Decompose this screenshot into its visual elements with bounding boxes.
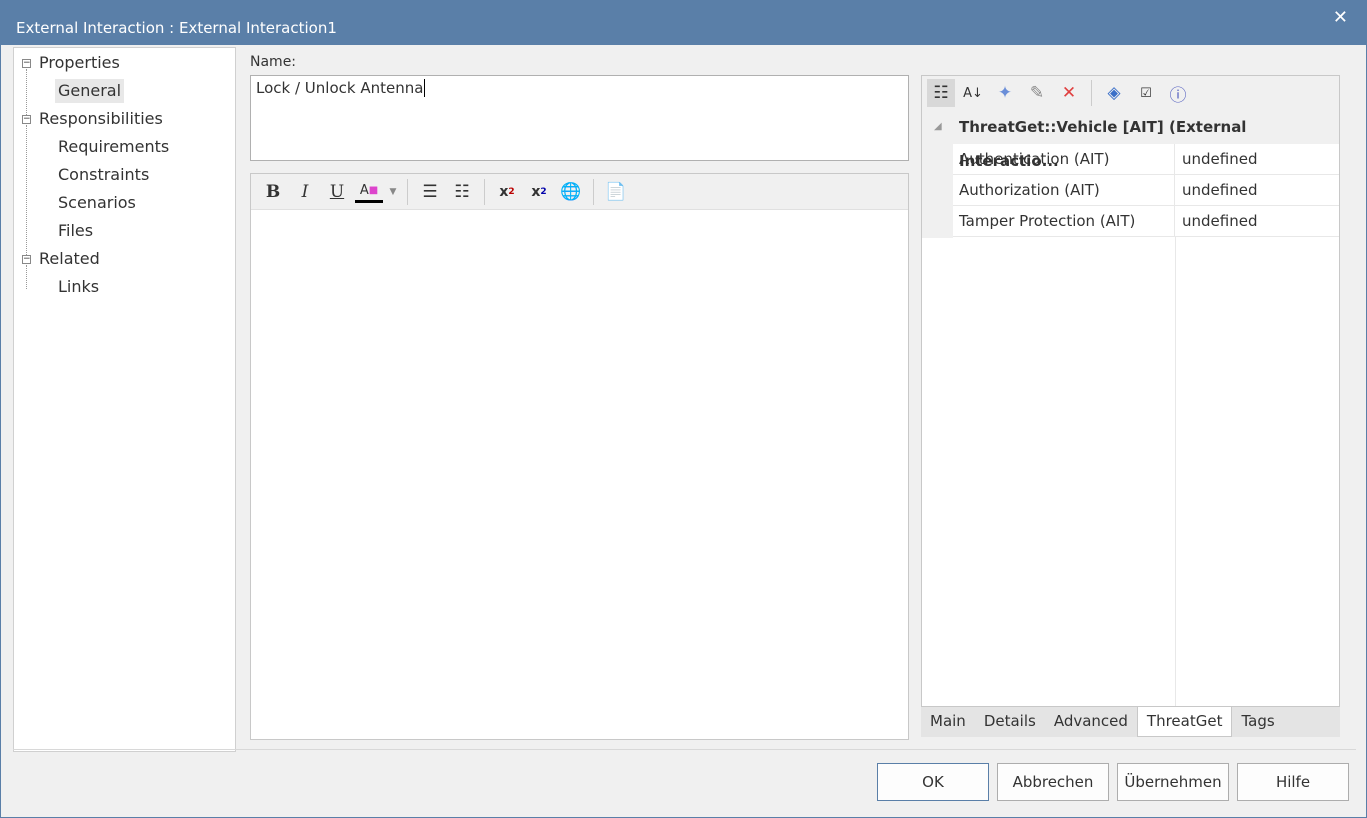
bullet-list-icon[interactable]: ☰ (416, 178, 444, 206)
collapse-icon[interactable]: − (22, 115, 31, 124)
title-bar: External Interaction : External Interact… (1, 1, 1367, 45)
edit-icon[interactable]: ✎ (1023, 79, 1051, 107)
subscript-icon[interactable]: x2 (525, 178, 553, 206)
navigation-tree: − Properties General − Responsibilities … (13, 47, 236, 752)
italic-icon[interactable]: I (291, 178, 319, 206)
tab-threatget[interactable]: ThreatGet (1136, 707, 1233, 737)
tab-tags[interactable]: Tags (1232, 707, 1283, 737)
tags-icon[interactable]: ◈ (1100, 79, 1128, 107)
tree-item-related[interactable]: Related (39, 247, 100, 271)
property-name: Authorization (AIT) (953, 175, 1175, 205)
tab-main[interactable]: Main (921, 707, 975, 737)
underline-icon[interactable]: U (323, 178, 351, 206)
property-name: Tamper Protection (AIT) (953, 206, 1175, 236)
name-label: Name: (250, 54, 297, 70)
checklist-icon[interactable]: ☑ (1132, 79, 1160, 107)
name-input[interactable]: Lock / Unlock Antenna (250, 75, 909, 161)
property-value[interactable]: undefined (1175, 175, 1257, 205)
divider (13, 749, 1356, 750)
property-value[interactable]: undefined (1175, 144, 1257, 174)
property-tabs: Main Details Advanced ThreatGet Tags (921, 707, 1340, 737)
bold-icon[interactable]: B (259, 178, 287, 206)
hyperlink-icon[interactable]: 🌐 (557, 178, 585, 206)
categorized-icon[interactable]: ☷ (927, 79, 955, 107)
editor-toolbar: B I U A ■ ▼ ☰ ☷ x2 x2 🌐 📄 (251, 174, 908, 210)
property-value[interactable]: undefined (1175, 206, 1257, 236)
tab-advanced[interactable]: Advanced (1045, 707, 1137, 737)
tree-item-general[interactable]: General (55, 79, 125, 103)
property-grid: ☷ A↓ ✦ ✎ ✕ ◈ ☑ ⓘ ◢ ThreatGet::Vehicle [AI… (921, 75, 1340, 707)
apply-button[interactable]: Übernehmen (1117, 763, 1229, 801)
collapse-icon[interactable]: − (22, 255, 31, 264)
ok-button[interactable]: OK (877, 763, 989, 801)
cancel-button[interactable]: Abbrechen (997, 763, 1109, 801)
grid-row[interactable]: Authorization (AIT) undefined (953, 175, 1339, 206)
tree-item-scenarios[interactable]: Scenarios (58, 191, 136, 215)
tree-item-constraints[interactable]: Constraints (58, 163, 149, 187)
tree-item-responsibilities[interactable]: Responsibilities (39, 107, 163, 131)
grid-row[interactable]: Tamper Protection (AIT) undefined (953, 206, 1339, 237)
collapse-icon[interactable]: − (22, 59, 31, 68)
new-tag-icon[interactable]: ✦ (991, 79, 1019, 107)
tree-item-properties[interactable]: Properties (39, 51, 120, 75)
tree-item-files[interactable]: Files (58, 219, 93, 243)
collapse-triangle-icon[interactable]: ◢ (934, 110, 942, 144)
font-color-icon[interactable]: A ■ (355, 181, 383, 203)
sort-alpha-icon[interactable]: A↓ (959, 79, 987, 107)
window-title: External Interaction : External Interact… (16, 19, 337, 37)
name-value: Lock / Unlock Antenna (256, 79, 424, 97)
numbered-list-icon[interactable]: ☷ (448, 178, 476, 206)
grid-toolbar: ☷ A↓ ✦ ✎ ✕ ◈ ☑ ⓘ (922, 76, 1339, 110)
tab-details[interactable]: Details (975, 707, 1045, 737)
chevron-down-icon[interactable]: ▼ (387, 178, 399, 206)
help-icon[interactable]: ⓘ (1164, 79, 1192, 107)
delete-icon[interactable]: ✕ (1055, 79, 1083, 107)
notes-editor[interactable]: B I U A ■ ▼ ☰ ☷ x2 x2 🌐 📄 (250, 173, 909, 740)
document-icon[interactable]: 📄 (602, 178, 630, 206)
superscript-icon[interactable]: x2 (493, 178, 521, 206)
help-button[interactable]: Hilfe (1237, 763, 1349, 801)
tree-item-requirements[interactable]: Requirements (58, 135, 169, 159)
close-icon[interactable]: ✕ (1333, 7, 1348, 28)
tree-item-links[interactable]: Links (58, 275, 99, 299)
grid-group-header[interactable]: ◢ ThreatGet::Vehicle [AIT] (External Inte… (922, 110, 1339, 170)
